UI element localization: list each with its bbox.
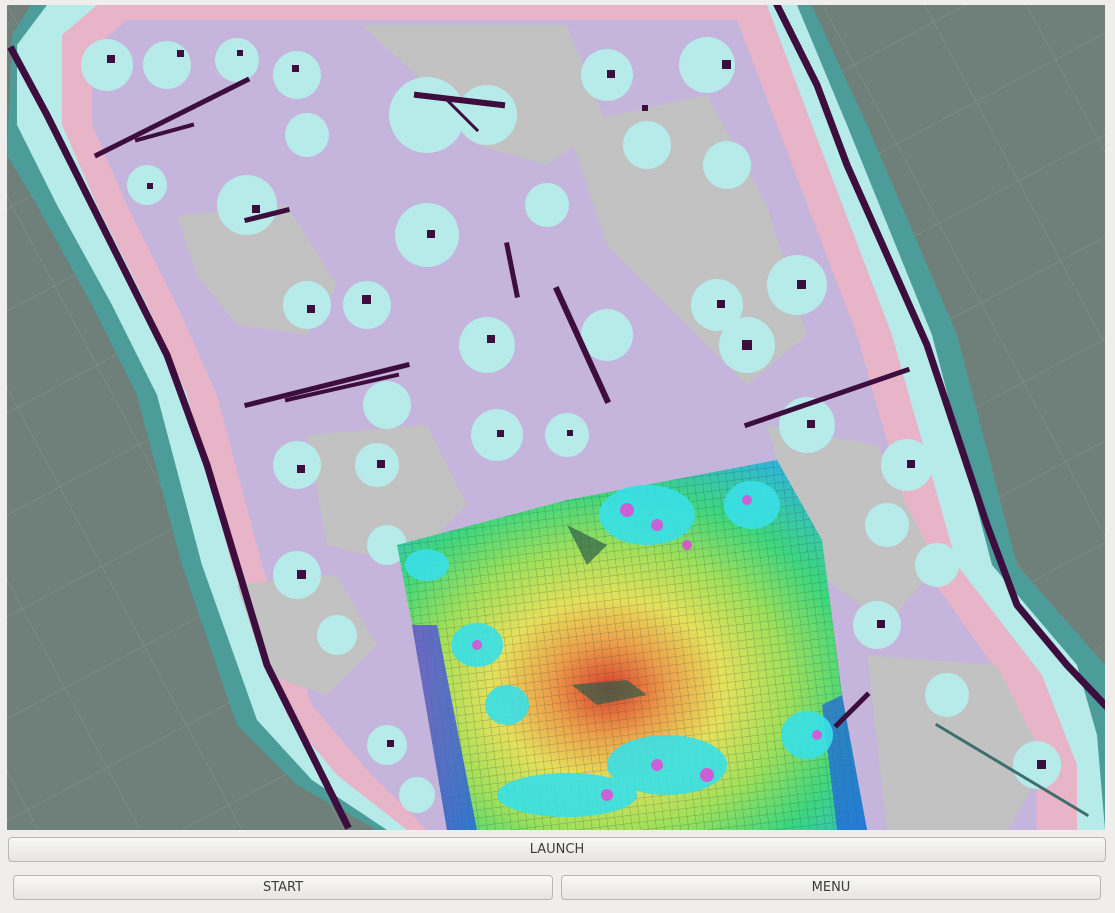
start-button[interactable]: START xyxy=(13,875,553,900)
costmap-canvas[interactable] xyxy=(7,5,1105,830)
map-viewport[interactable] xyxy=(7,5,1105,830)
menu-button[interactable]: MENU xyxy=(561,875,1101,900)
launch-button[interactable]: LAUNCH xyxy=(8,837,1106,862)
